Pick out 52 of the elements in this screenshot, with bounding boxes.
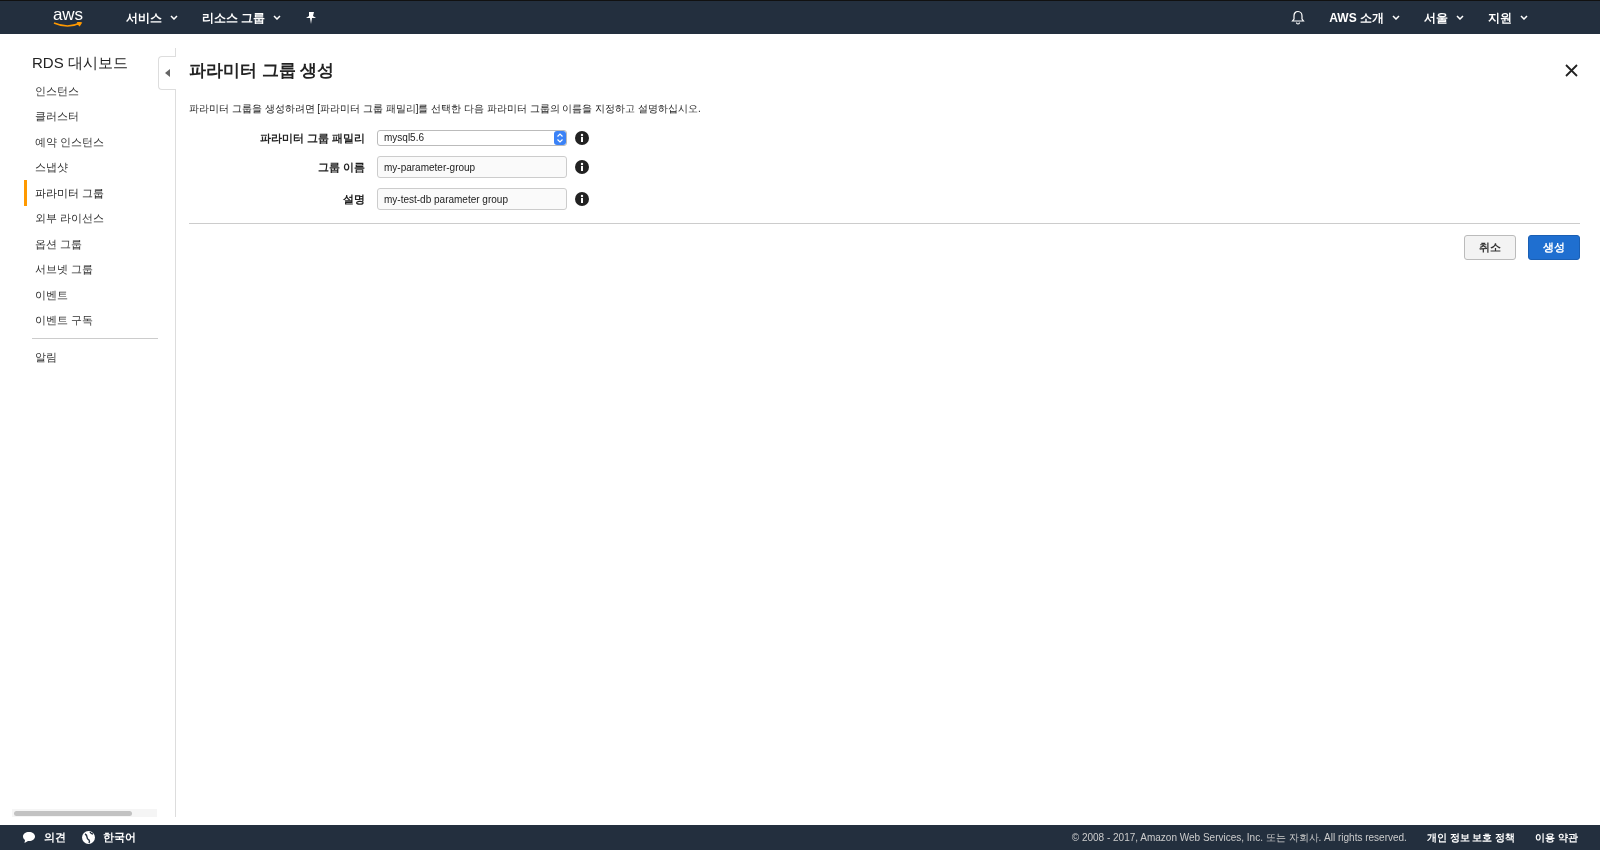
sidebar-item[interactable]: 인스턴스: [24, 78, 155, 104]
sidebar-item[interactable]: 외부 라이선스: [24, 205, 155, 231]
speech-bubble-icon: [22, 831, 36, 844]
sidebar-item[interactable]: 이벤트: [24, 282, 155, 308]
aws-logo[interactable]: aws: [50, 7, 86, 28]
sidebar-item[interactable]: 스냅샷: [24, 154, 155, 180]
sidebar-item[interactable]: 클러스터: [24, 103, 155, 129]
field-label: 그룹 이름: [316, 159, 366, 175]
copyright-text: © 2008 - 2017, Amazon Web Services, Inc. 또는 자회사. All rights reserved.: [1071, 831, 1407, 845]
caret-icon: [1520, 15, 1528, 20]
info-icon[interactable]: [575, 130, 589, 145]
globe-icon: [82, 831, 95, 844]
select-field[interactable]: mysql5.6: [377, 129, 567, 146]
dialog-title: 파라미터 그룹 생성: [189, 60, 335, 82]
nav-menu-button[interactable]: AWS 소개: [1317, 1, 1412, 34]
nav-menu-button[interactable]: 지원: [1476, 1, 1540, 34]
text-field[interactable]: my-parameter-group: [377, 156, 567, 178]
stepper-icon: [554, 130, 566, 145]
collapse-sidebar-button[interactable]: [158, 56, 176, 90]
language-button[interactable]: 한국어: [82, 829, 136, 846]
bell-icon[interactable]: [1291, 10, 1306, 25]
scrollbar-thumb[interactable]: [14, 810, 132, 816]
cancel-button[interactable]: 취소: [1464, 235, 1516, 260]
footer-link[interactable]: 이용 약관: [1535, 830, 1578, 845]
field-label: 설명: [342, 191, 366, 207]
caret-icon: [170, 15, 178, 20]
info-icon[interactable]: [575, 192, 589, 206]
nav-menu-button[interactable]: 리소스 그룹: [190, 1, 294, 34]
caret-icon: [1456, 15, 1464, 20]
smile-arrow-icon: [52, 21, 84, 28]
caret-icon: [1392, 15, 1400, 20]
field-label: 파라미터 그룹 패밀리: [258, 130, 366, 146]
sidebar-item[interactable]: 옵션 그룹: [24, 231, 155, 257]
sidebar-item[interactable]: 예약 인스턴스: [24, 129, 155, 155]
pin-icon[interactable]: [305, 11, 318, 24]
nav-menu-button[interactable]: 서울: [1412, 1, 1476, 34]
footer-link[interactable]: 개인 정보 보호 정책: [1426, 830, 1516, 845]
caret-icon: [273, 15, 282, 20]
create-button[interactable]: 생성: [1528, 235, 1580, 260]
text-field[interactable]: my-test-db parameter group: [377, 188, 567, 210]
sidebar-title[interactable]: RDS 대시보드: [24, 48, 155, 78]
nav-menu-button[interactable]: 서비스: [114, 1, 190, 34]
logo-text: aws: [52, 7, 84, 22]
description-text: 파라미터 그룹을 생성하려면 [파라미터 그룹 패밀리]를 선택한 다음 파라미터 그룹의 이름을 지정하고 설명하십시오.: [189, 101, 702, 116]
feedback-button[interactable]: 의견: [22, 829, 66, 846]
sidebar-item[interactable]: 이벤트 구독: [24, 307, 155, 333]
left-triangle-icon: [165, 69, 170, 77]
sidebar-item[interactable]: 알림: [24, 344, 155, 370]
sidebar-item[interactable]: 파라미터 그룹: [24, 180, 155, 206]
info-icon[interactable]: [575, 160, 589, 174]
sidebar-item[interactable]: 서브넷 그룹: [24, 256, 155, 282]
close-icon[interactable]: [1565, 64, 1578, 78]
